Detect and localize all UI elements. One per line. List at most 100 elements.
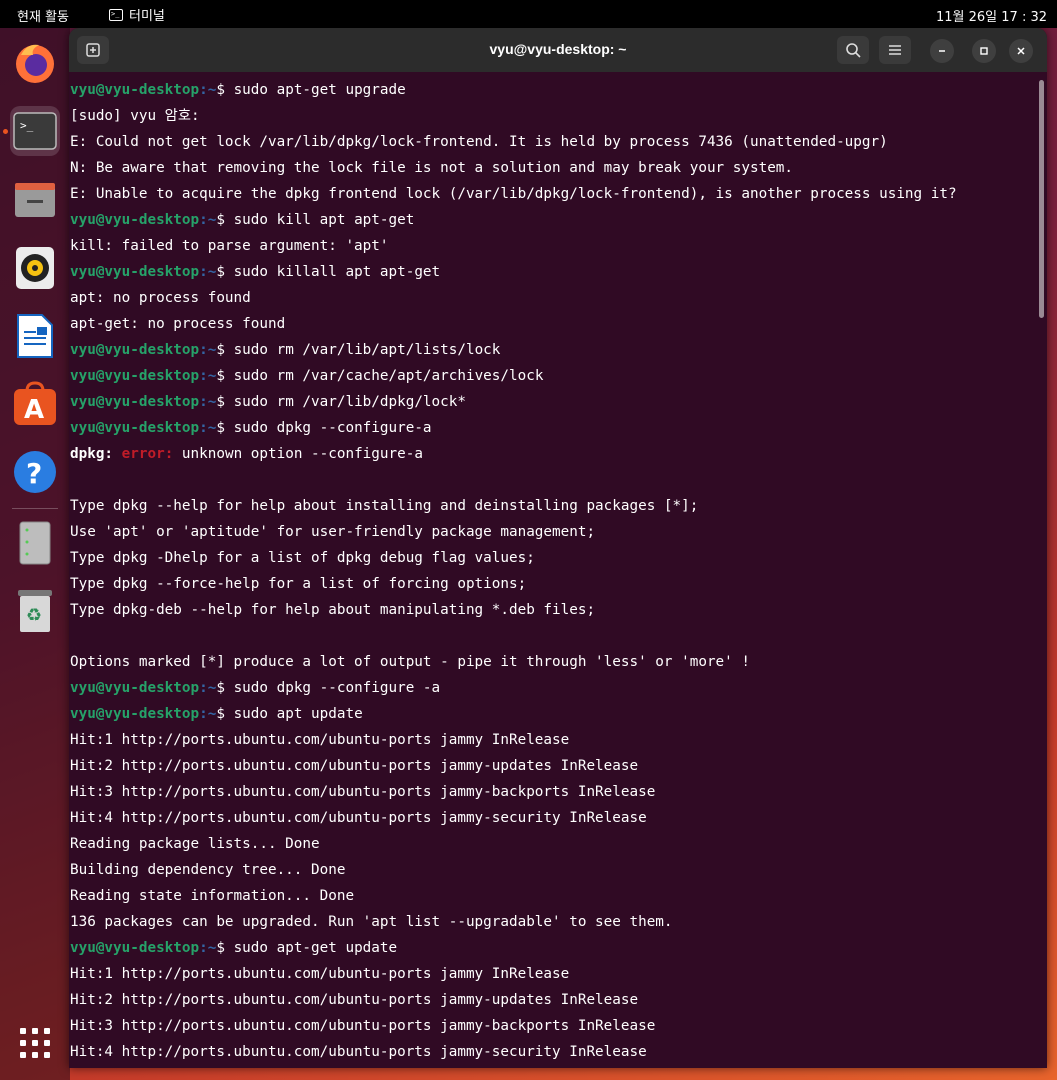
prompt-path: :~	[199, 394, 217, 410]
files-launcher[interactable]	[10, 175, 60, 225]
command-line: vyu@vyu-desktop:~$ sudo apt-get update	[70, 935, 1030, 961]
show-apps-button[interactable]	[10, 1018, 60, 1068]
search-button[interactable]	[837, 36, 869, 64]
prompt-user: vyu@vyu-desktop	[70, 394, 200, 410]
command-line: vyu@vyu-desktop:~$ sudo rm /var/lib/apt/…	[70, 337, 1030, 363]
output-line: apt-get: no process found	[70, 311, 1030, 337]
command-text: sudo dpkg --configure-a	[233, 420, 432, 436]
prompt-user: vyu@vyu-desktop	[70, 706, 200, 722]
terminal-output[interactable]: vyu@vyu-desktop:~$ sudo apt-get upgrade[…	[70, 77, 1030, 1065]
minimize-icon	[939, 50, 945, 52]
minimize-button[interactable]	[930, 39, 954, 63]
maximize-button[interactable]	[972, 39, 996, 63]
output-line: E: Could not get lock /var/lib/dpkg/lock…	[70, 129, 1030, 155]
output-line: Type dpkg --help for help about installi…	[70, 493, 1030, 519]
activities-button[interactable]: 현재 활동	[17, 6, 69, 25]
output-line: Reading package lists... Done	[70, 831, 1030, 857]
command-line: vyu@vyu-desktop:~$ sudo killall apt apt-…	[70, 259, 1030, 285]
output-line: 136 packages can be upgraded. Run 'apt l…	[70, 909, 1030, 935]
menu-button[interactable]	[879, 36, 911, 64]
output-text: Options marked [*] produce a lot of outp…	[70, 654, 750, 670]
output-text: Reading state information... Done	[70, 888, 355, 904]
error-word: error:	[121, 446, 174, 462]
output-line: Hit:1 http://ports.ubuntu.com/ubuntu-por…	[70, 727, 1030, 753]
svg-text:♻: ♻	[26, 605, 42, 626]
prompt-sign: $	[216, 394, 234, 410]
app-name: 터미널	[129, 9, 165, 24]
error-line: dpkg: error: unknown option --configure-…	[70, 441, 1030, 467]
prompt-path: :~	[199, 368, 217, 384]
prompt-path: :~	[199, 706, 217, 722]
terminal-launcher[interactable]: >_	[10, 106, 60, 156]
prompt-sign: $	[216, 82, 234, 98]
prompt-path: :~	[199, 342, 217, 358]
output-text: Hit:2 http://ports.ubuntu.com/ubuntu-por…	[70, 992, 639, 1008]
terminal-icon: >_	[109, 8, 123, 21]
trash-launcher[interactable]: ♻	[10, 586, 60, 636]
output-line: apt: no process found	[70, 285, 1030, 311]
output-line: Type dpkg-deb --help for help about mani…	[70, 597, 1030, 623]
prompt-path: :~	[199, 940, 217, 956]
prompt-sign: $	[216, 368, 234, 384]
scrollbar[interactable]	[1039, 80, 1044, 318]
prompt-sign: $	[216, 680, 234, 696]
output-line: N: Be aware that removing the lock file …	[70, 155, 1030, 181]
dock: >_ A ? ♻	[0, 28, 70, 1080]
output-line: Reading state information... Done	[70, 883, 1030, 909]
help-launcher[interactable]: ?	[10, 447, 60, 497]
title-bar[interactable]: vyu@vyu-desktop: ~	[69, 28, 1047, 72]
prompt-path: :~	[199, 82, 217, 98]
maximize-icon	[980, 47, 988, 55]
firefox-launcher[interactable]	[10, 38, 60, 88]
prompt-sign: $	[216, 212, 234, 228]
command-line: vyu@vyu-desktop:~$ sudo dpkg --configure…	[70, 415, 1030, 441]
rhythmbox-launcher[interactable]	[10, 243, 60, 293]
error-prefix: dpkg:	[70, 446, 122, 462]
output-text: Hit:4 http://ports.ubuntu.com/ubuntu-por…	[70, 810, 647, 826]
close-button[interactable]	[1009, 39, 1033, 63]
output-text: E: Unable to acquire the dpkg frontend l…	[70, 186, 957, 202]
writer-launcher[interactable]	[10, 311, 60, 361]
prompt-sign: $	[216, 420, 234, 436]
disk-icon	[19, 521, 51, 565]
app-center-icon: A	[14, 381, 56, 425]
command-line: vyu@vyu-desktop:~$ sudo apt update	[70, 701, 1030, 727]
output-text: Hit:4 http://ports.ubuntu.com/ubuntu-por…	[70, 1044, 647, 1060]
prompt-user: vyu@vyu-desktop	[70, 940, 200, 956]
prompt-sign: $	[216, 940, 234, 956]
output-text: Use 'apt' or 'aptitude' for user-friendl…	[70, 524, 596, 540]
top-bar: 현재 활동 >_ 터미널 11월 26일 17 : 32	[0, 0, 1057, 28]
command-line: vyu@vyu-desktop:~$ sudo dpkg --configure…	[70, 675, 1030, 701]
trash-icon: ♻	[18, 590, 52, 632]
output-text: 136 packages can be upgraded. Run 'apt l…	[70, 914, 673, 930]
command-text: sudo apt update	[233, 706, 363, 722]
help-icon: ?	[14, 451, 56, 493]
prompt-user: vyu@vyu-desktop	[70, 368, 200, 384]
output-line: E: Unable to acquire the dpkg frontend l…	[70, 181, 1030, 207]
files-icon	[15, 183, 55, 217]
error-text: unknown option --configure-a	[173, 446, 423, 462]
prompt-path: :~	[199, 264, 217, 280]
command-text: sudo apt-get update	[233, 940, 398, 956]
disk-launcher[interactable]	[10, 518, 60, 568]
output-text: Hit:2 http://ports.ubuntu.com/ubuntu-por…	[70, 758, 639, 774]
output-text: N: Be aware that removing the lock file …	[70, 160, 794, 176]
output-line: [sudo] vyu 암호:	[70, 103, 1030, 129]
command-text: sudo rm /var/lib/apt/lists/lock	[233, 342, 501, 358]
output-line: Hit:2 http://ports.ubuntu.com/ubuntu-por…	[70, 987, 1030, 1013]
output-text: Type dpkg-deb --help for help about mani…	[70, 602, 596, 618]
output-text: kill: failed to parse argument: 'apt'	[70, 238, 389, 254]
clock[interactable]: 11월 26일 17 : 32	[936, 6, 1047, 25]
output-text: Reading package lists... Done	[70, 836, 320, 852]
terminal-window: vyu@vyu-desktop: ~ vyu@vyu-desktop:~$ su…	[69, 28, 1047, 1068]
output-line: Use 'apt' or 'aptitude' for user-friendl…	[70, 519, 1030, 545]
command-text: sudo apt-get upgrade	[233, 82, 406, 98]
output-text: apt-get: no process found	[70, 316, 286, 332]
hamburger-menu-icon	[889, 45, 901, 55]
output-text: Type dpkg --force-help for a list of for…	[70, 576, 527, 592]
prompt-user: vyu@vyu-desktop	[70, 680, 200, 696]
app-menu[interactable]: >_ 터미널	[109, 5, 165, 24]
app-center-launcher[interactable]: A	[10, 379, 60, 429]
